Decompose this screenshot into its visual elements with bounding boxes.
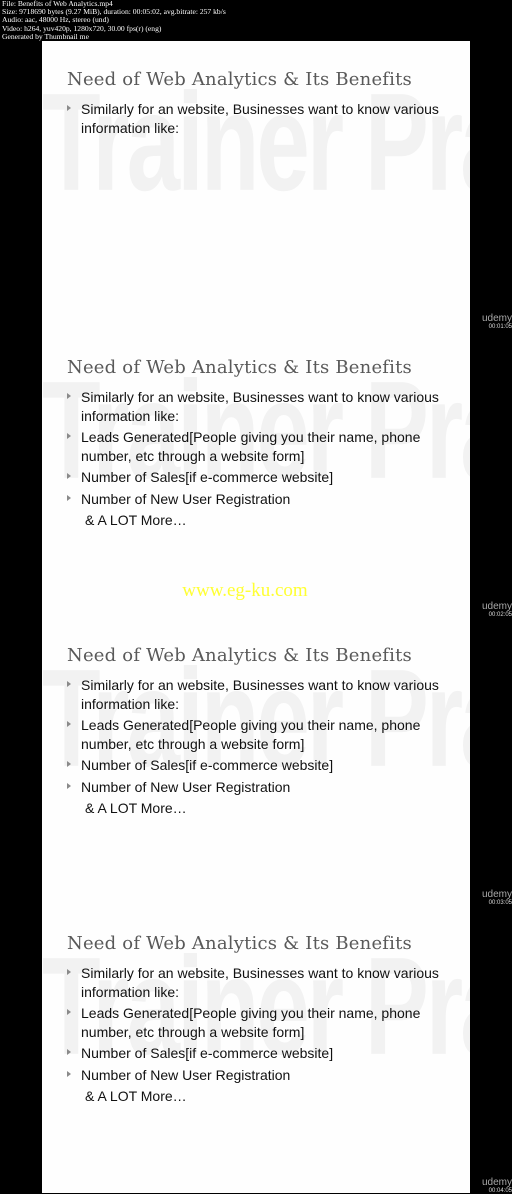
video-frame-1: Trainer Pranav Parekh Need of Web Analyt… — [42, 41, 470, 329]
bullet-item: Number of Sales[if e-commerce website] — [67, 756, 467, 775]
bullet-text: Similarly for an website, Businesses wan… — [81, 677, 439, 712]
file-info-header: File: Benefits of Web Analytics.mp4 Size… — [2, 0, 502, 41]
bullet-text: Number of Sales[if e-commerce website] — [81, 469, 334, 485]
bullet-item: Similarly for an website, Businesses wan… — [67, 100, 467, 137]
slide-title: Need of Web Analytics & Its Benefits — [67, 69, 412, 90]
triangle-bullet-icon — [67, 1070, 71, 1077]
frame-timestamp: 00:03:05 — [488, 900, 512, 906]
bullet-list: Similarly for an website, Businesses wan… — [67, 388, 467, 530]
slide-title: Need of Web Analytics & Its Benefits — [67, 645, 412, 666]
udemy-logo: udemy — [481, 601, 512, 612]
triangle-bullet-icon — [67, 105, 71, 111]
frame-timestamp: 00:02:05 — [488, 612, 512, 618]
bullet-item: Number of New User Registration — [67, 490, 467, 509]
bullet-item: Number of Sales[if e-commerce website] — [67, 1044, 467, 1063]
udemy-badge-1: udemy 00:01:05 — [472, 313, 512, 331]
bullet-text: Similarly for an website, Businesses wan… — [81, 101, 439, 136]
udemy-logo: udemy — [481, 313, 512, 324]
bullet-text: Number of Sales[if e-commerce website] — [81, 1045, 334, 1061]
triangle-bullet-icon — [67, 721, 71, 727]
bullet-item: Leads Generated[People giving you their … — [67, 1004, 467, 1041]
triangle-bullet-icon — [67, 433, 71, 439]
video-frame-2: Trainer Pranav Parekh Need of Web Analyt… — [42, 329, 470, 617]
triangle-bullet-icon — [67, 473, 71, 479]
slide-title: Need of Web Analytics & Its Benefits — [67, 933, 412, 954]
bullet-item: Number of New User Registration — [67, 778, 467, 797]
bullet-item: Similarly for an website, Businesses wan… — [67, 388, 467, 425]
bullet-text: Number of New User Registration — [81, 778, 291, 795]
triangle-bullet-icon — [67, 1009, 71, 1015]
bullet-item: Number of New User Registration — [67, 1066, 467, 1085]
bullet-list: Similarly for an website, Businesses wan… — [67, 100, 467, 140]
bullet-item: Leads Generated[People giving you their … — [67, 428, 467, 465]
udemy-logo: udemy — [481, 1177, 512, 1188]
triangle-bullet-icon — [67, 782, 71, 789]
bullet-item: Similarly for an website, Businesses wan… — [67, 964, 467, 1001]
bullet-item: Leads Generated[People giving you their … — [67, 716, 467, 753]
udemy-logo: udemy — [481, 889, 512, 900]
triangle-bullet-icon — [67, 393, 71, 399]
triangle-bullet-icon — [67, 681, 71, 687]
bullet-text: Number of New User Registration — [81, 1066, 291, 1083]
bullet-text: Similarly for an website, Businesses wan… — [81, 389, 439, 424]
udemy-badge-3: udemy 00:03:05 — [472, 889, 512, 907]
frame-timestamp: 00:01:05 — [488, 324, 512, 330]
udemy-badge-2: udemy 00:02:05 — [472, 601, 512, 619]
bullet-item: Similarly for an website, Businesses wan… — [67, 676, 467, 713]
triangle-bullet-icon — [67, 494, 71, 501]
bullet-text: Leads Generated[People giving you their … — [81, 429, 421, 464]
video-frame-3: Trainer Pranav Parekh Need of Web Analyt… — [42, 617, 470, 905]
generator-info: Generated by Thumbnail me — [2, 31, 89, 41]
bullet-item: Number of Sales[if e-commerce website] — [67, 468, 467, 487]
bullet-text: Similarly for an website, Businesses wan… — [81, 965, 439, 1000]
triangle-bullet-icon — [67, 761, 71, 767]
triangle-bullet-icon — [67, 969, 71, 975]
bullet-list: Similarly for an website, Businesses wan… — [67, 964, 467, 1106]
more-text: & A LOT More… — [85, 1088, 187, 1104]
bullet-list: Similarly for an website, Businesses wan… — [67, 676, 467, 818]
triangle-bullet-icon — [67, 1049, 71, 1055]
site-watermark: www.eg-ku.com — [182, 580, 308, 601]
video-frame-4: Trainer Pranav Parekh Need of Web Analyt… — [42, 905, 470, 1193]
trainer-watermark: Trainer Pranav Parekh — [42, 65, 470, 221]
bullet-text: Leads Generated[People giving you their … — [81, 717, 421, 752]
more-text: & A LOT More… — [85, 800, 187, 816]
bullet-text: Leads Generated[People giving you their … — [81, 1005, 421, 1040]
frame-timestamp: 00:04:05 — [488, 1188, 512, 1194]
bullet-text: Number of Sales[if e-commerce website] — [81, 757, 334, 773]
bullet-text: Number of New User Registration — [81, 490, 291, 507]
slide-title: Need of Web Analytics & Its Benefits — [67, 357, 412, 378]
more-text: & A LOT More… — [85, 512, 187, 528]
